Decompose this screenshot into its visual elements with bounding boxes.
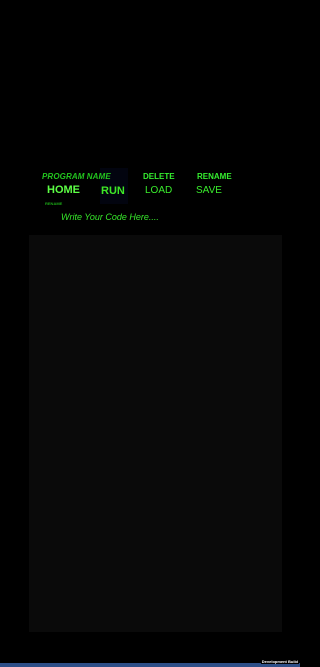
rename-button[interactable]: RENAME: [45, 201, 62, 206]
delete-button[interactable]: DELETE: [143, 172, 175, 181]
code-editor-placeholder[interactable]: Write Your Code Here....: [61, 212, 159, 222]
bottom-bar: [0, 663, 300, 667]
save-button[interactable]: SAVE: [196, 186, 222, 196]
run-button[interactable]: RUN: [101, 186, 125, 197]
home-button[interactable]: HOME: [47, 185, 80, 196]
load-button[interactable]: LOAD: [145, 186, 172, 196]
rename-label: RENAME: [197, 172, 232, 181]
development-build-label: Development Build: [260, 659, 299, 664]
app-screen: PROGRAM NAME DELETE RENAME HOME RUN LOAD…: [0, 0, 300, 667]
program-name-field[interactable]: PROGRAM NAME: [42, 172, 111, 181]
code-editor-area[interactable]: [29, 235, 282, 632]
